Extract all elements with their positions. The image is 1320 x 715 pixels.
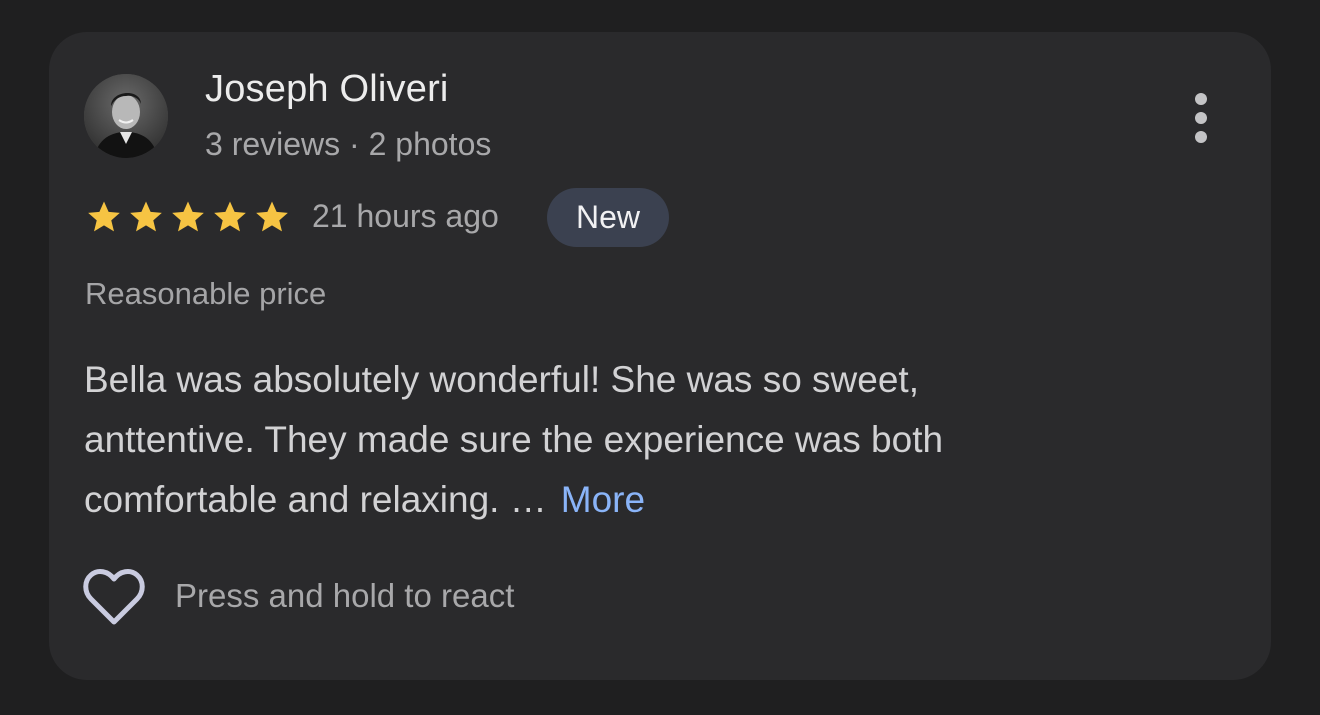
more-vert-icon[interactable] [1180,88,1222,148]
star-icon [214,201,246,232]
react-label: Press and hold to react [175,577,515,614]
menu-dot [1195,131,1207,143]
review-text-line: comfortable and relaxing. … [84,479,547,520]
review-text-line: anttentive. They made sure the experienc… [84,419,944,460]
star-rating [84,198,292,236]
review-time: 21 hours ago [312,198,499,234]
review-text-line: Bella was absolutely wonderful! She was … [84,359,919,400]
review-tag: Reasonable price [85,276,327,311]
review-text: Bella was absolutely wonderful! She was … [84,350,1124,530]
review-card: Joseph Oliveri 3 reviews · 2 photos 21 h… [49,32,1271,680]
star-icon [88,201,120,232]
reviewer-stats: 3 reviews · 2 photos [205,126,492,162]
review-text-line-last: comfortable and relaxing. … More [84,470,1124,530]
star-icon [130,201,162,232]
new-badge: New [547,188,669,247]
reviewer-avatar[interactable] [84,74,168,158]
menu-dot [1195,112,1207,124]
heart-outline-icon[interactable] [82,567,146,625]
star-icon [172,201,204,232]
menu-dot [1195,93,1207,105]
reviewer-name[interactable]: Joseph Oliveri [205,68,449,111]
react-row[interactable]: Press and hold to react [82,567,514,625]
star-icon [256,201,288,232]
more-link[interactable]: More [561,479,645,520]
